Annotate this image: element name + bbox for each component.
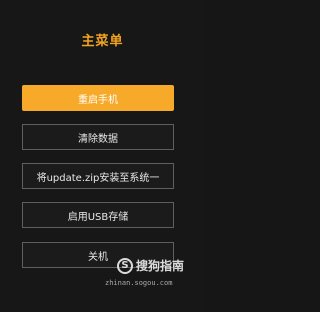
menu-title: 主菜单 (81, 34, 124, 49)
recovery-main-menu-screen: 主菜单 重启手机 清除数据 将update.zip安装至系统一 启用USB存储 … (0, 0, 205, 312)
install-update-zip-button[interactable]: 将update.zip安装至系统一 (22, 163, 174, 189)
watermark: S 搜狗指南 (117, 257, 184, 274)
watermark-url: zhinan.sogou.com (105, 279, 173, 287)
enable-usb-storage-button[interactable]: 启用USB存储 (22, 202, 174, 228)
watermark-text: 搜狗指南 (136, 259, 185, 273)
wipe-data-button[interactable]: 清除数据 (22, 124, 174, 150)
sogou-logo-icon: S (117, 257, 133, 274)
reboot-phone-button[interactable]: 重启手机 (22, 85, 174, 111)
